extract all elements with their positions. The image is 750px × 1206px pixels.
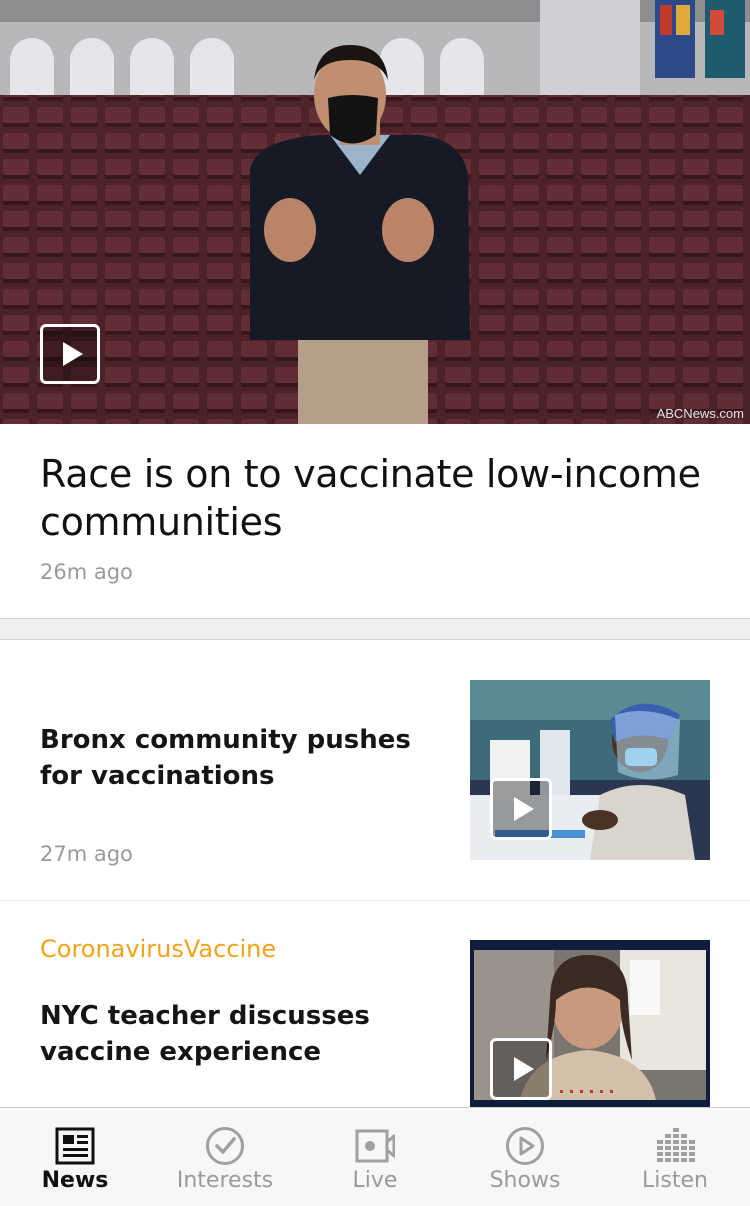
play-button[interactable] [40,324,100,384]
tab-label: News [41,1168,109,1193]
image-credit: ABCNews.com [656,406,744,421]
story-headline[interactable]: NYC teacher discusses vaccine experience [40,998,440,1070]
tab-label: Live [352,1168,398,1193]
tab-listen[interactable]: Listen [600,1108,750,1206]
section-divider [0,618,750,640]
story-category[interactable]: CoronavirusVaccine [40,935,276,963]
checkmark-circle-icon [206,1127,244,1165]
play-button[interactable] [490,1038,552,1100]
video-camera-icon [355,1129,395,1163]
list-item[interactable]: Bronx community pushes for vaccinations … [0,640,750,901]
tab-label: Listen [642,1168,708,1193]
play-icon [62,342,83,366]
play-button[interactable] [490,778,552,840]
play-icon [513,1057,534,1081]
story-thumbnail[interactable] [470,940,710,1108]
story-timestamp: 27m ago [40,842,133,866]
hero-video[interactable]: ABCNews.com [0,0,750,424]
list-item[interactable]: CoronavirusVaccine NYC teacher discusses… [0,902,750,1108]
newspaper-icon [55,1127,95,1165]
bottom-tab-bar: News Interests Live Shows Listen [0,1107,750,1206]
play-circle-icon [506,1127,544,1165]
story-thumbnail[interactable] [470,680,710,860]
play-icon [513,797,534,821]
tab-label: Shows [489,1168,561,1193]
tab-news[interactable]: News [0,1108,150,1206]
hero-timestamp: 26m ago [40,560,133,584]
tab-label: Interests [176,1168,274,1193]
equalizer-icon [657,1128,695,1162]
tab-live[interactable]: Live [300,1108,450,1206]
tab-shows[interactable]: Shows [450,1108,600,1206]
hero-image [0,0,750,424]
hero-story[interactable]: Race is on to vaccinate low-income commu… [40,450,720,584]
tab-interests[interactable]: Interests [150,1108,300,1206]
story-headline[interactable]: Bronx community pushes for vaccinations [40,722,440,794]
hero-headline[interactable]: Race is on to vaccinate low-income commu… [40,450,720,546]
